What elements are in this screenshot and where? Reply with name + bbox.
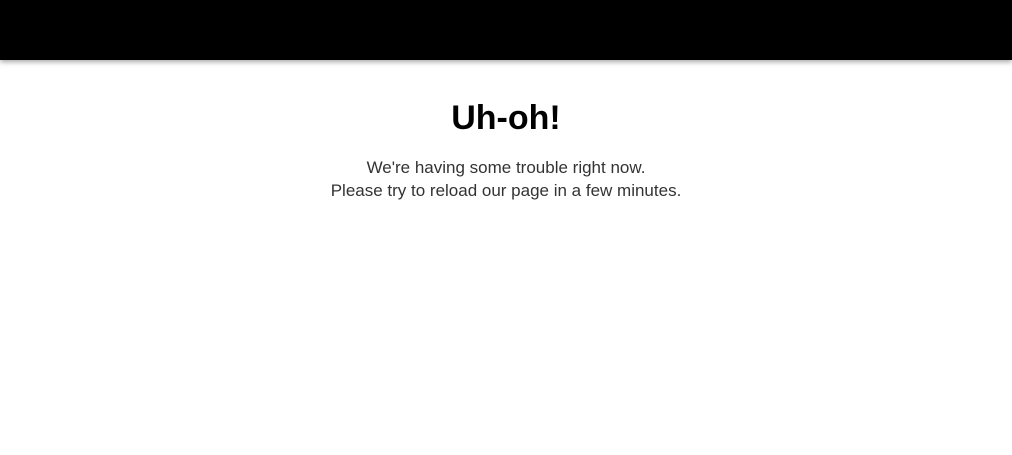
error-message-line-1: We're having some trouble right now. (366, 158, 646, 177)
top-header-bar (0, 0, 1012, 60)
error-message: We're having some trouble right now. Ple… (0, 156, 1012, 202)
error-content: Uh-oh! We're having some trouble right n… (0, 60, 1012, 202)
error-message-line-2: Please try to reload our page in a few m… (330, 181, 682, 200)
error-title: Uh-oh! (451, 99, 561, 137)
